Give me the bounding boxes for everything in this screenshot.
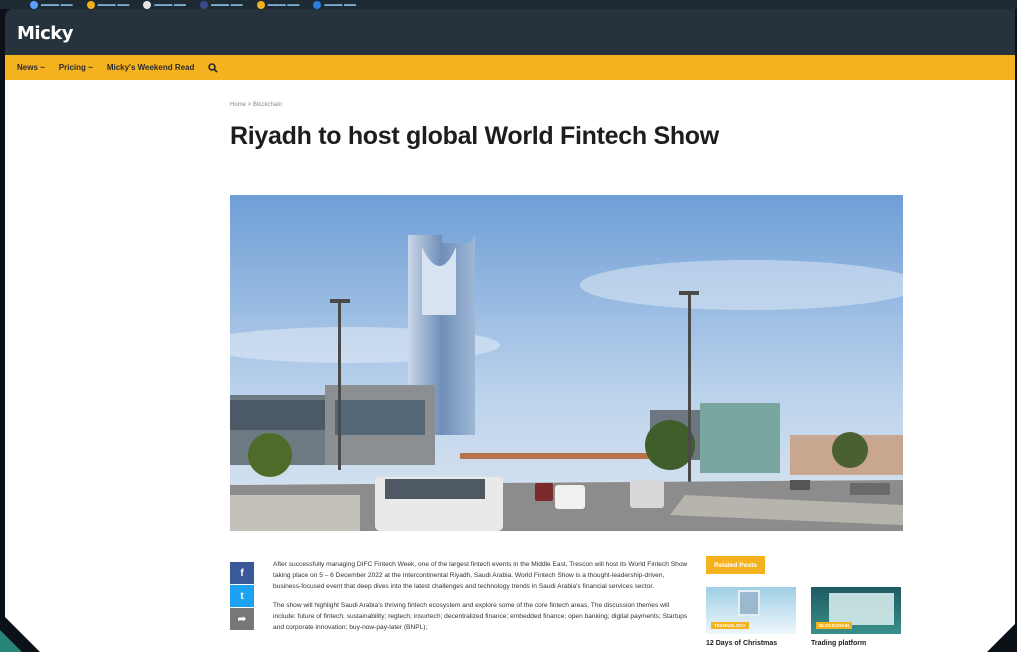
ticker-item: ▬▬▬ ▬▬ bbox=[143, 0, 186, 9]
ticker-item: ▬▬▬ ▬▬ bbox=[30, 0, 73, 9]
share-bar: f t ➦ bbox=[230, 562, 254, 631]
site-header: Micky bbox=[5, 9, 1015, 55]
category-badge: BLOCKCHAIN bbox=[816, 622, 853, 629]
browser-frame: ▬▬▬ ▬▬ ▬▬▬ ▬▬ ▬▬▬ ▬▬ ▬▬▬ ▬▬ ▬▬▬ ▬▬ ▬▬▬ ▬… bbox=[0, 0, 1017, 652]
page-title: Riyadh to host global World Fintech Show bbox=[230, 122, 719, 150]
ticker-item: ▬▬▬ ▬▬ bbox=[313, 0, 356, 9]
ticker-item: ▬▬▬ ▬▬ bbox=[86, 0, 129, 9]
related-post-card[interactable]: BLOCKCHAIN Trading platform bbox=[811, 587, 901, 647]
hero-image bbox=[230, 195, 903, 531]
ticker-item: ▬▬▬ ▬▬ bbox=[256, 0, 299, 9]
site-logo[interactable]: Micky bbox=[17, 23, 73, 44]
related-posts-label: Related Posts bbox=[706, 556, 765, 574]
breadcrumb[interactable]: Home > Blockchain bbox=[230, 102, 282, 108]
main-nav: News ~ Pricing ~ Micky's Weekend Read bbox=[5, 55, 1015, 80]
category-badge: TECHNOLOGY bbox=[711, 622, 749, 629]
related-post-title[interactable]: 12 Days of Christmas bbox=[706, 640, 796, 647]
facebook-share-button[interactable]: f bbox=[230, 562, 254, 584]
frame-corner-accent bbox=[0, 630, 22, 652]
price-ticker: ▬▬▬ ▬▬ ▬▬▬ ▬▬ ▬▬▬ ▬▬ ▬▬▬ ▬▬ ▬▬▬ ▬▬ ▬▬▬ ▬… bbox=[0, 0, 1017, 9]
article-paragraph: After successfully managing DIFC Fintech… bbox=[273, 561, 688, 590]
ticker-item: ▬▬▬ ▬▬ bbox=[200, 0, 243, 9]
frame-corner bbox=[987, 622, 1017, 652]
related-post-card[interactable]: TECHNOLOGY 12 Days of Christmas bbox=[706, 587, 796, 647]
article-page: Home > Blockchain Riyadh to host global … bbox=[5, 80, 1015, 652]
related-post-title[interactable]: Trading platform bbox=[811, 640, 901, 647]
search-icon[interactable] bbox=[208, 62, 219, 73]
nav-item-news[interactable]: News ~ bbox=[17, 63, 45, 72]
related-post-thumbnail: TECHNOLOGY bbox=[706, 587, 796, 634]
related-post-thumbnail: BLOCKCHAIN bbox=[811, 587, 901, 634]
twitter-share-button[interactable]: t bbox=[230, 585, 254, 607]
nav-item-pricing[interactable]: Pricing ~ bbox=[59, 63, 93, 72]
article-paragraph: The show will highlight Saudi Arabia's t… bbox=[273, 602, 688, 631]
nav-item-weekend-read[interactable]: Micky's Weekend Read bbox=[107, 63, 195, 72]
share-button[interactable]: ➦ bbox=[230, 608, 254, 630]
article-body: After successfully managing DIFC Fintech… bbox=[273, 559, 693, 641]
